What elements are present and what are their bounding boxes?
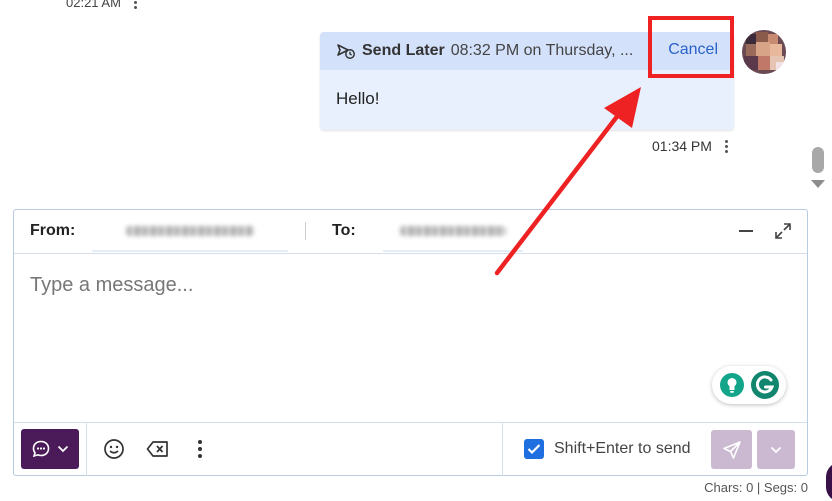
- send-options-button[interactable]: [757, 430, 795, 469]
- chevron-down-icon: [57, 445, 69, 453]
- message-composer: From: To: Type a message... Shift+Enter …: [13, 209, 808, 476]
- clear-message-button[interactable]: [146, 437, 170, 461]
- header-separator: [305, 222, 306, 240]
- message-input[interactable]: [14, 255, 807, 421]
- expand-icon[interactable]: [774, 222, 792, 240]
- checkmark-icon: [527, 444, 541, 455]
- lightbulb-icon[interactable]: [718, 371, 746, 399]
- shift-enter-label: Shift+Enter to send: [554, 440, 691, 457]
- message-menu-icon[interactable]: [722, 138, 732, 154]
- message-time-text: 01:34 PM: [652, 138, 712, 154]
- char-segment-counter: Chars: 0 | Segs: 0: [704, 480, 808, 495]
- clock-send-icon: [337, 44, 355, 59]
- grammarly-g-icon[interactable]: [750, 370, 780, 400]
- scrollbar-thumb[interactable]: [812, 147, 824, 173]
- shift-enter-checkbox[interactable]: [524, 439, 544, 459]
- message-body: Hello!: [336, 89, 380, 108]
- to-number-redacted: [400, 226, 506, 236]
- chat-bubble-icon: [32, 440, 50, 458]
- to-number-field[interactable]: [383, 210, 523, 252]
- avatar: [742, 30, 786, 74]
- cancel-highlight-box: [648, 16, 734, 78]
- send-button[interactable]: [711, 430, 752, 469]
- scroll-down-arrow-icon[interactable]: [811, 180, 825, 188]
- from-label: From:: [30, 222, 76, 239]
- previous-message-time: 02:21 AM: [66, 0, 141, 10]
- to-label: To:: [332, 222, 356, 239]
- kebab-icon: [198, 440, 202, 458]
- send-later-label: Send Later: [362, 42, 445, 59]
- paper-plane-icon: [722, 440, 741, 459]
- message-time: 01:34 PM: [652, 138, 732, 154]
- shift-enter-option: Shift+Enter to send: [524, 439, 691, 459]
- avatar-image: [742, 30, 786, 74]
- previous-time-text: 02:21 AM: [66, 0, 121, 10]
- grammarly-widget[interactable]: [712, 366, 786, 404]
- more-options-button[interactable]: [188, 437, 212, 461]
- chat-type-button[interactable]: [21, 429, 79, 469]
- previous-message-menu-icon[interactable]: [131, 0, 141, 10]
- toolbar-separator: [502, 423, 503, 476]
- from-number-field[interactable]: [92, 210, 288, 252]
- emoji-button[interactable]: [102, 437, 126, 461]
- chevron-down-icon: [770, 446, 782, 453]
- smiley-icon: [104, 439, 124, 459]
- backspace-icon: [146, 441, 168, 457]
- support-bubble[interactable]: [826, 462, 832, 501]
- composer-toolbar: Shift+Enter to send: [14, 422, 807, 476]
- minimize-icon[interactable]: [739, 230, 753, 232]
- send-later-detail: 08:32 PM on Thursday, ...: [450, 42, 634, 59]
- from-number-redacted: [126, 226, 254, 236]
- composer-header: From: To:: [14, 210, 807, 254]
- toolbar-separator: [86, 423, 87, 476]
